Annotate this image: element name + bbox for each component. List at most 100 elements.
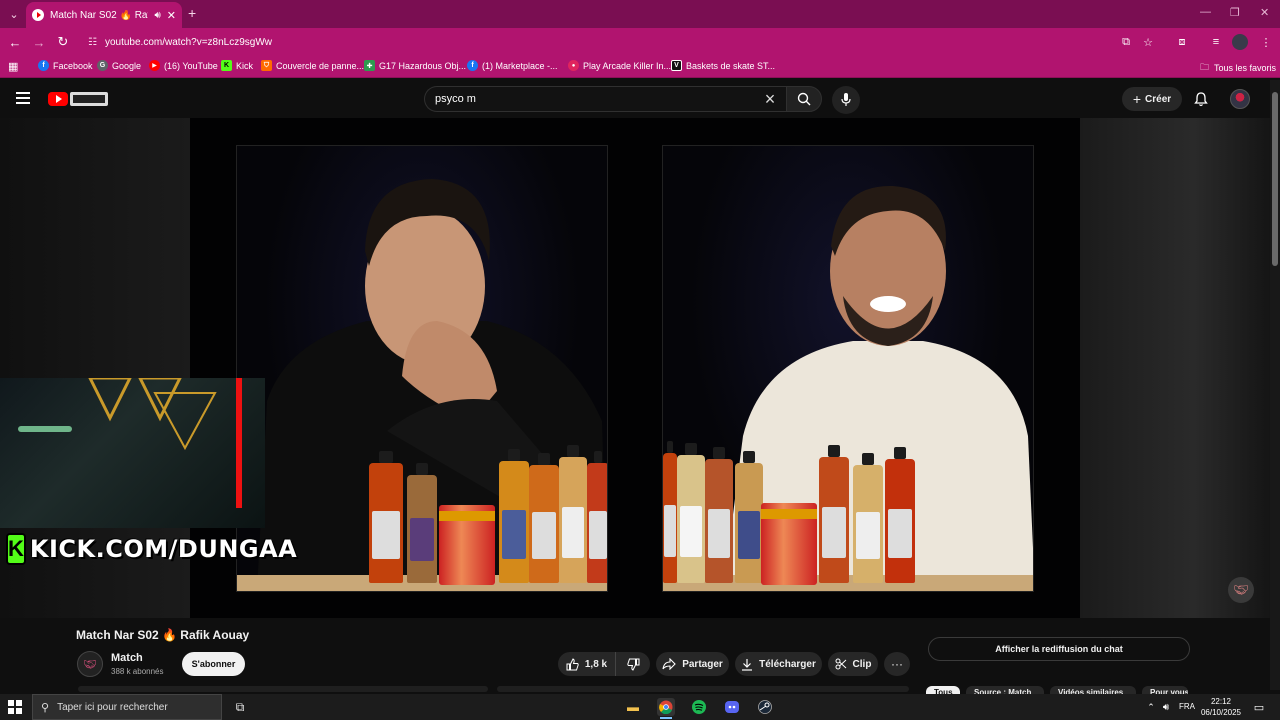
sicam-tin <box>439 505 495 585</box>
dislike-button[interactable] <box>617 652 650 676</box>
vans-icon: V <box>671 60 682 71</box>
apps-grid-icon[interactable]: ▦ <box>8 60 18 73</box>
voice-search-button[interactable] <box>832 86 860 114</box>
youtube-favicon-icon <box>32 9 44 21</box>
notifications-bell-icon[interactable] <box>1192 90 1210 108</box>
like-dislike-group: 1,8 k <box>558 652 650 676</box>
sauce-bottle <box>559 445 587 583</box>
task-view-icon[interactable]: ⧉ <box>231 698 249 716</box>
forward-arrow-icon[interactable]: → <box>29 32 49 52</box>
sheet-icon: ✚ <box>364 60 375 71</box>
search-input[interactable]: psyco m <box>424 86 786 112</box>
channel-avatar[interactable]: 🤝︎ <box>77 651 103 677</box>
video-panel-right <box>662 145 1034 592</box>
extensions-icon[interactable]: ⧈ <box>1174 34 1190 50</box>
kick-channel-banner: K KICK.COM/DUNGAA <box>6 532 297 566</box>
tab-search-button[interactable]: ⌄ <box>4 4 24 24</box>
sauce-bottle <box>369 451 403 583</box>
new-tab-button[interactable]: + <box>188 5 196 21</box>
bookmark-star-icon[interactable]: ☆ <box>1140 34 1156 50</box>
tab-title: Match Nar S02 🔥 Rafik Ao <box>50 9 148 21</box>
more-actions-button[interactable]: ··· <box>884 652 910 676</box>
scrollbar-thumb[interactable] <box>1272 92 1278 266</box>
sauce-bottle <box>663 441 677 583</box>
sauce-bottle <box>529 453 559 583</box>
windows-start-icon[interactable] <box>8 700 22 714</box>
media-queue-icon[interactable]: ≡ <box>1208 34 1224 50</box>
subscribe-button[interactable]: S'abonner <box>182 652 245 676</box>
kick-channel-url: KICK.COM/DUNGAA <box>29 535 298 563</box>
channel-watermark-icon[interactable]: 🤝︎ <box>1228 577 1254 603</box>
browser-tab-active[interactable]: Match Nar S02 🔥 Rafik Ao 🔊︎ ✕ <box>26 2 182 28</box>
cast-icon[interactable]: ⧉ <box>1118 34 1134 50</box>
share-arrow-icon <box>662 658 676 670</box>
taskbar-clock[interactable]: 22:12 06/10/2025 <box>1200 696 1242 718</box>
sauce-bottle <box>885 447 915 583</box>
back-arrow-icon[interactable]: ← <box>5 32 25 52</box>
sauce-bottle <box>407 463 437 583</box>
close-tab-icon[interactable]: ✕ <box>167 9 176 22</box>
discord-icon[interactable] <box>723 698 741 716</box>
show-chat-replay-button[interactable]: Afficher la rediffusion du chat <box>928 637 1190 661</box>
minimize-window-button[interactable]: — <box>1200 6 1211 18</box>
scissors-icon <box>835 658 846 670</box>
speaker-icon[interactable]: 🔊︎ <box>154 10 160 21</box>
bookmark-marketplace[interactable]: f (1) Marketplace -... <box>467 60 558 71</box>
sauce-bottle <box>819 445 849 583</box>
profile-avatar-icon[interactable] <box>1232 34 1248 50</box>
address-bar[interactable]: ☷ youtube.com/watch?v=z8nLcz9sgWw <box>78 31 1168 53</box>
sauce-bottle <box>853 453 883 583</box>
folder-icon: 🗀︎ <box>1200 62 1210 72</box>
bookmark-kick[interactable]: K Kick <box>221 60 253 71</box>
browser-toolbar: ← → ↻ ☷ youtube.com/watch?v=z8nLcz9sgWw <box>0 28 1280 56</box>
bookmark-google[interactable]: G Google <box>97 60 141 71</box>
clip-button[interactable]: Clip <box>828 652 878 676</box>
close-window-button[interactable]: ✕ <box>1260 6 1269 19</box>
reload-icon[interactable]: ↻ <box>53 32 73 52</box>
share-button[interactable]: Partager <box>656 652 729 676</box>
spotify-icon[interactable] <box>690 698 708 716</box>
chrome-menu-icon[interactable]: ⋮ <box>1258 34 1274 50</box>
account-avatar[interactable] <box>1230 89 1250 109</box>
all-bookmarks[interactable]: 🗀︎ Tous les favoris <box>1200 60 1276 76</box>
kick-logo-icon: K <box>6 533 26 565</box>
bookmark-g17[interactable]: ✚ G17 Hazardous Obj... <box>364 60 466 71</box>
chevron-down-icon: ⌄ <box>9 8 19 21</box>
clear-search-icon[interactable]: × <box>760 89 780 109</box>
restore-window-button[interactable]: ❐ <box>1230 6 1240 19</box>
bookmark-arcade[interactable]: ● Play Arcade Killer In... <box>568 60 671 71</box>
gamepad-icon: ● <box>568 60 579 71</box>
subscriber-count: 388 k abonnés <box>111 667 164 676</box>
like-button[interactable]: 1,8 k <box>558 652 616 676</box>
download-button[interactable]: Télécharger <box>735 652 822 676</box>
thumbs-down-icon <box>627 658 640 671</box>
video-panel-left <box>236 145 608 592</box>
description-box-edge <box>78 686 488 692</box>
steam-icon[interactable] <box>756 698 774 716</box>
browser-tab-strip: ⌄ Match Nar S02 🔥 Rafik Ao 🔊︎ ✕ + — ❐ ✕ <box>0 0 1280 28</box>
sauce-bottle <box>705 447 733 583</box>
facebook-icon: f <box>467 60 478 71</box>
microphone-icon <box>841 93 851 106</box>
volume-icon[interactable]: 🔊︎ <box>1157 698 1175 716</box>
input-language[interactable]: FRA <box>1179 702 1195 711</box>
notification-center-icon[interactable]: ▭ <box>1250 698 1268 716</box>
bookmark-facebook[interactable]: f Facebook <box>38 60 93 71</box>
search-button[interactable] <box>786 86 822 112</box>
channel-name[interactable]: Match <box>111 652 143 664</box>
site-info-icon[interactable]: ☷ <box>88 37 97 48</box>
youtube-logo-icon[interactable] <box>48 92 68 106</box>
bookmark-youtube[interactable]: ▶ (16) YouTube <box>149 60 218 71</box>
download-icon <box>742 658 753 671</box>
hamburger-menu-icon[interactable] <box>16 92 30 104</box>
video-title: Match Nar S02 🔥 Rafik Aouay <box>76 628 250 642</box>
search-icon: ⚲ <box>41 701 50 714</box>
create-button[interactable]: + Créer <box>1122 87 1182 111</box>
facebook-icon: f <box>38 60 49 71</box>
bookmark-baskets[interactable]: V Baskets de skate ST... <box>671 60 775 71</box>
file-explorer-icon[interactable]: ▬ <box>624 698 642 716</box>
bookmark-couvercle[interactable]: ⛉ Couvercle de panne... <box>261 60 364 71</box>
chrome-taskbar-icon[interactable] <box>657 698 675 719</box>
youtube-wordmark[interactable] <box>70 92 108 106</box>
taskbar-search-input[interactable]: ⚲ Taper ici pour rechercher <box>32 694 222 720</box>
